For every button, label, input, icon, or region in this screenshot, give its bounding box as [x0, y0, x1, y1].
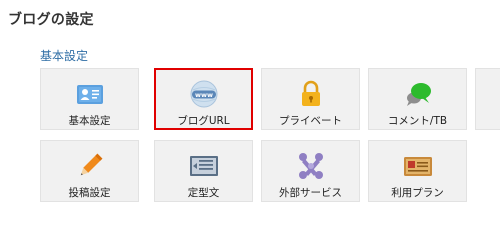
svg-text:www: www — [194, 91, 212, 99]
padlock-icon — [301, 80, 320, 106]
puzzle-joomla-icon — [298, 153, 323, 179]
tile-partial[interactable] — [475, 68, 500, 130]
text-template-icon — [189, 156, 218, 176]
tile-comment-tb[interactable]: コメント/TB — [368, 68, 467, 130]
speech-bubbles-icon — [406, 83, 431, 106]
pencil-icon — [80, 153, 102, 176]
tile-basic-settings[interactable]: 基本設定 — [40, 68, 139, 130]
page-title: ブログの設定 — [8, 12, 94, 28]
id-card-icon — [76, 85, 103, 104]
tile-post-settings[interactable]: 投稿設定 — [40, 140, 139, 202]
tile-external-services[interactable]: 外部サービス — [261, 140, 360, 202]
tile-label: 定型文 — [187, 187, 220, 199]
section-title: 基本設定 — [40, 49, 89, 63]
tile-label: プライベート — [279, 115, 342, 127]
tile-label: ブログURL — [177, 115, 230, 127]
ticket-card-icon — [403, 157, 432, 176]
tile-label: 投稿設定 — [68, 187, 111, 199]
tile-templates[interactable]: 定型文 — [154, 140, 253, 202]
tile-label: コメント/TB — [387, 115, 448, 127]
tile-private[interactable]: プライベート — [261, 68, 360, 130]
settings-grid: 基本設定 www ブログURL プライベート コメント/TB 投稿設定 定型文 … — [40, 68, 500, 221]
tile-label: 利用プラン — [391, 187, 444, 199]
tile-label: 外部サービス — [279, 187, 342, 199]
globe-www-icon: www — [190, 80, 217, 108]
tile-blog-url[interactable]: www ブログURL — [154, 68, 253, 130]
tile-plan[interactable]: 利用プラン — [368, 140, 467, 202]
tile-label: 基本設定 — [68, 115, 111, 127]
